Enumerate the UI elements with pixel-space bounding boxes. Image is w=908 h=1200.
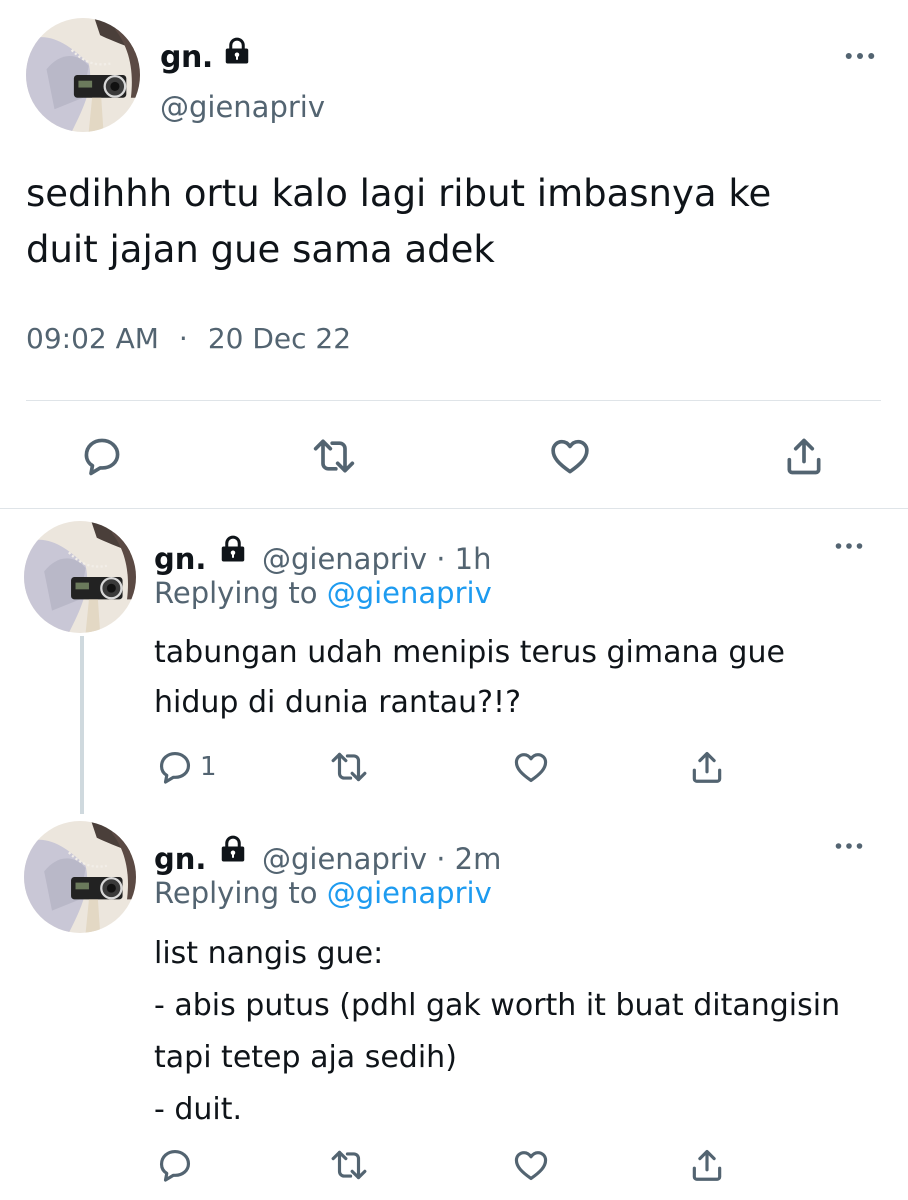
- author-name[interactable]: gn.: [160, 40, 213, 75]
- share-icon[interactable]: [688, 1146, 726, 1184]
- more-icon[interactable]: [835, 542, 863, 550]
- author-handle[interactable]: @gienapriv: [160, 90, 325, 124]
- tweet-time[interactable]: 09:02 AM: [26, 322, 159, 355]
- meta-separator: ·: [178, 322, 188, 355]
- tweet-text-line: - duit.: [154, 1092, 243, 1127]
- avatar[interactable]: [26, 18, 140, 132]
- reply-count: 1: [200, 752, 217, 782]
- heart-icon[interactable]: [512, 1146, 550, 1184]
- avatar[interactable]: [24, 820, 136, 934]
- tweet-text-line: hidup di dunia rantau?!?: [154, 685, 521, 720]
- heart-icon[interactable]: [512, 748, 550, 786]
- tweet-text-line: tabungan udah menipis terus gimana gue: [154, 635, 785, 670]
- author-name[interactable]: gn.: [154, 542, 206, 576]
- author-name[interactable]: gn.: [154, 842, 206, 876]
- tweet-text: list nangis gue: - abis putus (pdhl gak …: [154, 928, 874, 1136]
- tweet-text: sedihhh ortu kalo lagi ribut imbasnya ke…: [26, 166, 876, 278]
- tweet-text-line: sedihhh ortu kalo lagi ribut imbasnya ke: [26, 172, 772, 215]
- retweet-icon[interactable]: [312, 434, 356, 478]
- lock-icon: [218, 534, 248, 564]
- main-tweet: gn. @gienapriv sedihhh ortu kalo lagi ri…: [0, 0, 908, 508]
- lock-icon: [222, 36, 252, 66]
- retweet-icon[interactable]: [330, 748, 368, 786]
- tweet-text-line: list nangis gue:: [154, 936, 384, 971]
- heart-icon[interactable]: [548, 434, 592, 478]
- retweet-icon[interactable]: [330, 1146, 368, 1184]
- tweet-date[interactable]: 20 Dec 22: [208, 322, 351, 355]
- comment-icon[interactable]: [156, 748, 194, 786]
- share-icon[interactable]: [782, 434, 826, 478]
- replying-to-handle[interactable]: @gienapriv: [327, 876, 492, 910]
- author-handle-time[interactable]: @gienapriv · 2m: [262, 842, 501, 876]
- section-divider: [0, 508, 908, 509]
- tweet-text-line: duit jajan gue sama adek: [26, 228, 495, 271]
- replying-to-label: Replying to: [154, 576, 318, 610]
- lock-icon: [218, 834, 248, 864]
- tweet-meta: 09:02 AM · 20 Dec 22: [26, 322, 351, 355]
- replying-to: Replying to @gienapriv: [154, 576, 492, 610]
- more-icon[interactable]: [835, 842, 863, 850]
- divider: [26, 400, 881, 401]
- reply-tweet[interactable]: gn. @gienapriv · 2m Replying to @gienapr…: [0, 820, 908, 1200]
- comment-icon[interactable]: [80, 434, 124, 478]
- replying-to-handle[interactable]: @gienapriv: [327, 576, 492, 610]
- share-icon[interactable]: [688, 748, 726, 786]
- more-icon[interactable]: [845, 52, 875, 60]
- tweet-text-line: - abis putus (pdhl gak worth it buat dit…: [154, 988, 841, 1023]
- tweet-text-line: tapi tetep aja sedih): [154, 1040, 457, 1075]
- replying-to: Replying to @gienapriv: [154, 876, 492, 910]
- tweet-text: tabungan udah menipis terus gimana gue h…: [154, 628, 874, 728]
- reply-tweet[interactable]: gn. @gienapriv · 1h Replying to @gienapr…: [0, 520, 908, 810]
- avatar[interactable]: [24, 520, 136, 634]
- replying-to-label: Replying to: [154, 876, 318, 910]
- author-handle-time[interactable]: @gienapriv · 1h: [262, 542, 492, 576]
- comment-icon[interactable]: [156, 1146, 194, 1184]
